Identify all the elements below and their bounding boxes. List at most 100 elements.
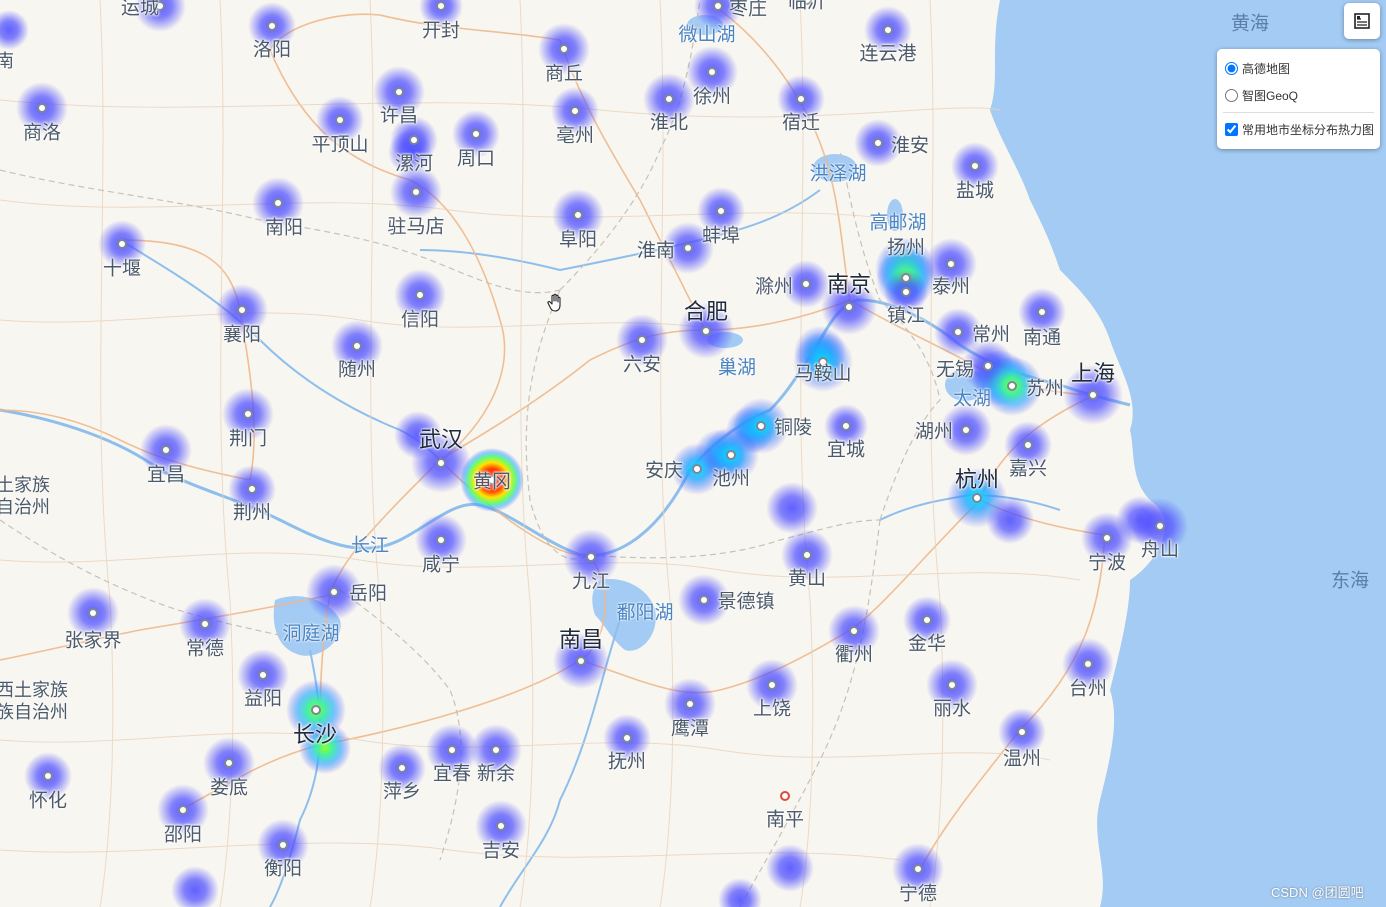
heat-spot bbox=[766, 482, 818, 534]
city-marker[interactable] bbox=[901, 287, 911, 297]
overlay-option-heatmap[interactable]: 常用地市坐标分布热力图 bbox=[1223, 116, 1374, 143]
city-marker[interactable] bbox=[1102, 533, 1112, 543]
base-layer-option-geoq[interactable]: 智图GeoQ bbox=[1223, 82, 1374, 109]
city-marker[interactable] bbox=[471, 129, 481, 139]
city-marker[interactable] bbox=[436, 1, 446, 11]
city-marker[interactable] bbox=[873, 138, 883, 148]
hand-cursor-icon bbox=[547, 293, 561, 312]
map-canvas[interactable]: 运城 洛阳 开封 枣庄 临沂 连云港 商洛 平顶山 许昌 漯河 周口 商丘 亳州 淮北 徐州 宿迁 淮安 盐城 南阳… bbox=[0, 0, 1386, 907]
city-marker[interactable] bbox=[559, 44, 569, 54]
city-marker[interactable] bbox=[1083, 659, 1093, 669]
city-marker[interactable] bbox=[273, 198, 283, 208]
city-marker[interactable] bbox=[664, 94, 674, 104]
city-marker[interactable] bbox=[335, 115, 345, 125]
base-layer-radio-geoq[interactable] bbox=[1225, 89, 1238, 102]
city-marker[interactable] bbox=[586, 552, 596, 562]
city-marker[interactable] bbox=[683, 243, 693, 253]
city-marker[interactable] bbox=[883, 25, 893, 35]
layers-toggle-button[interactable] bbox=[1344, 3, 1380, 39]
city-marker[interactable] bbox=[1037, 307, 1047, 317]
city-marker[interactable] bbox=[922, 615, 932, 625]
heat-spot bbox=[171, 866, 219, 907]
city-marker[interactable] bbox=[394, 87, 404, 97]
city-marker[interactable] bbox=[961, 425, 971, 435]
city-marker[interactable] bbox=[409, 135, 419, 145]
city-marker[interactable] bbox=[947, 680, 957, 690]
city-marker[interactable] bbox=[802, 550, 812, 560]
city-marker[interactable] bbox=[780, 791, 790, 801]
city-marker[interactable] bbox=[436, 535, 446, 545]
city-marker[interactable] bbox=[200, 619, 210, 629]
city-marker[interactable] bbox=[901, 273, 911, 283]
city-marker[interactable] bbox=[946, 259, 956, 269]
city-marker[interactable] bbox=[844, 302, 854, 312]
city-marker[interactable] bbox=[117, 239, 127, 249]
heat-spot bbox=[718, 878, 762, 907]
city-marker[interactable] bbox=[726, 450, 736, 460]
city-marker[interactable] bbox=[818, 357, 828, 367]
city-marker[interactable] bbox=[447, 745, 457, 755]
city-marker[interactable] bbox=[258, 670, 268, 680]
city-marker[interactable] bbox=[707, 67, 717, 77]
layers-icon bbox=[1354, 13, 1370, 29]
city-marker[interactable] bbox=[237, 305, 247, 315]
city-marker[interactable] bbox=[352, 341, 362, 351]
city-marker[interactable] bbox=[913, 864, 923, 874]
city-marker[interactable] bbox=[573, 210, 583, 220]
city-marker[interactable] bbox=[849, 626, 859, 636]
city-marker[interactable] bbox=[983, 361, 993, 371]
city-marker[interactable] bbox=[311, 705, 321, 715]
city-marker[interactable] bbox=[243, 409, 253, 419]
base-layer-label: 智图GeoQ bbox=[1242, 89, 1299, 103]
city-marker[interactable] bbox=[622, 733, 632, 743]
city-marker[interactable] bbox=[411, 187, 421, 197]
city-marker[interactable] bbox=[436, 458, 446, 468]
city-marker[interactable] bbox=[972, 493, 982, 503]
city-marker[interactable] bbox=[716, 206, 726, 216]
city-marker[interactable] bbox=[278, 840, 288, 850]
city-marker[interactable] bbox=[487, 475, 497, 485]
city-marker[interactable] bbox=[247, 484, 257, 494]
city-marker[interactable] bbox=[1088, 390, 1098, 400]
city-marker[interactable] bbox=[88, 608, 98, 618]
city-marker[interactable] bbox=[756, 421, 766, 431]
city-marker[interactable] bbox=[953, 327, 963, 337]
city-marker[interactable] bbox=[713, 1, 723, 11]
city-marker[interactable] bbox=[161, 445, 171, 455]
layer-separator bbox=[1223, 112, 1374, 113]
base-layer-label: 高德地图 bbox=[1242, 62, 1291, 76]
city-marker[interactable] bbox=[767, 680, 777, 690]
city-marker[interactable] bbox=[178, 805, 188, 815]
layer-control-panel: 高德地图 智图GeoQ 常用地市坐标分布热力图 bbox=[1217, 49, 1380, 149]
city-marker[interactable] bbox=[1155, 521, 1165, 531]
base-layer-option-amap[interactable]: 高德地图 bbox=[1223, 55, 1374, 82]
city-marker[interactable] bbox=[692, 464, 702, 474]
city-marker[interactable] bbox=[841, 421, 851, 431]
heatmap-layer bbox=[0, 0, 1188, 907]
city-marker[interactable] bbox=[37, 103, 47, 113]
city-marker[interactable] bbox=[570, 106, 580, 116]
city-marker[interactable] bbox=[491, 745, 501, 755]
city-marker[interactable] bbox=[43, 771, 53, 781]
city-marker[interactable] bbox=[685, 699, 695, 709]
city-marker[interactable] bbox=[1017, 727, 1027, 737]
city-marker[interactable] bbox=[576, 656, 586, 666]
city-marker[interactable] bbox=[801, 279, 811, 289]
city-marker[interactable] bbox=[496, 821, 506, 831]
city-marker[interactable] bbox=[699, 595, 709, 605]
city-marker[interactable] bbox=[155, 1, 165, 11]
city-marker[interactable] bbox=[267, 21, 277, 31]
city-marker[interactable] bbox=[701, 326, 711, 336]
city-marker[interactable] bbox=[329, 587, 339, 597]
city-marker[interactable] bbox=[637, 335, 647, 345]
city-marker[interactable] bbox=[796, 94, 806, 104]
overlay-checkbox-heatmap[interactable] bbox=[1225, 123, 1238, 136]
city-marker[interactable] bbox=[397, 763, 407, 773]
base-layer-radio-amap[interactable] bbox=[1225, 62, 1238, 75]
city-marker[interactable] bbox=[415, 290, 425, 300]
heat-spot bbox=[0, 10, 29, 50]
city-marker[interactable] bbox=[1007, 381, 1017, 391]
city-marker[interactable] bbox=[970, 161, 980, 171]
city-marker[interactable] bbox=[224, 758, 234, 768]
city-marker[interactable] bbox=[1023, 440, 1033, 450]
